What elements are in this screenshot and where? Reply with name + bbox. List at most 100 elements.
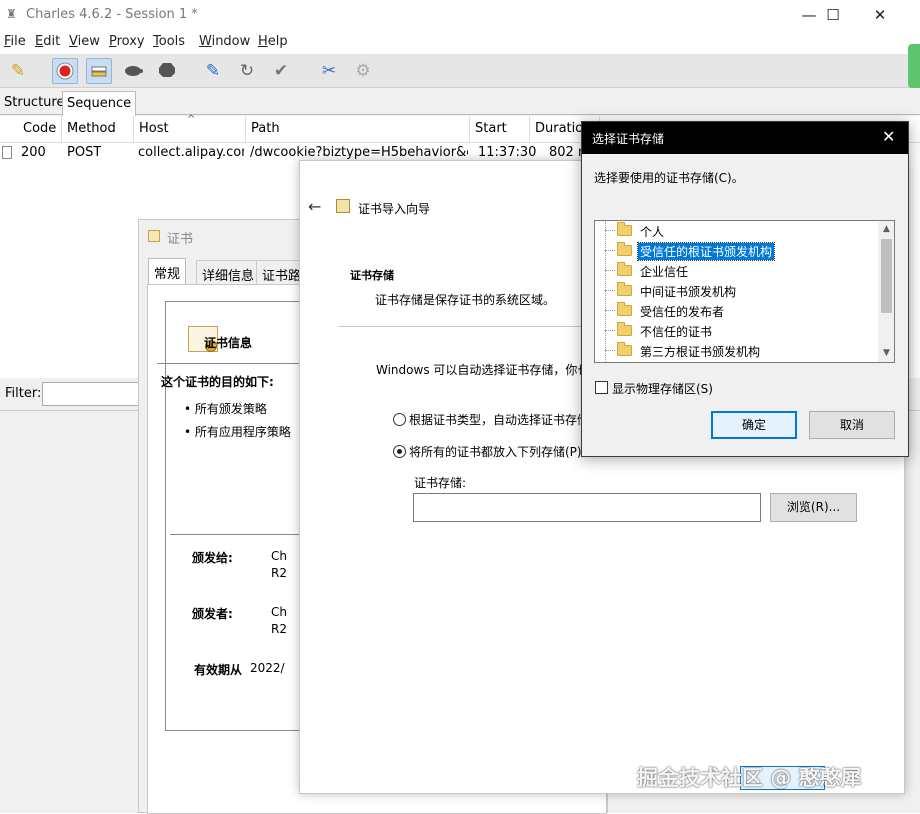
cell-method: POST — [67, 145, 102, 160]
scroll-up-icon[interactable]: ▲ — [878, 221, 894, 238]
store-tree: 个人 受信任的根证书颁发机构 企业信任 中间证书颁发机构 受信任的发布者 不信任… — [594, 220, 895, 363]
watermark: 掘金技术社区 @ 憨憨犀 — [637, 766, 862, 790]
cert-separator — [170, 534, 300, 535]
cell-path: /dwcookie?biztype=H5behavior&ev... — [250, 145, 468, 160]
filter-label: Filter: — [5, 386, 42, 401]
col-code[interactable]: Code — [18, 116, 62, 143]
show-physical-label[interactable]: 显示物理存储区(S) — [612, 380, 713, 397]
cell-code: 200 — [21, 145, 46, 160]
browse-button[interactable]: 浏览(R)... — [770, 493, 857, 522]
cert-separator — [157, 363, 307, 364]
folder-icon — [617, 302, 632, 316]
folder-icon — [617, 282, 632, 296]
store-field-label: 证书存储: — [414, 476, 467, 490]
folder-icon — [617, 222, 632, 236]
menu-edit[interactable]: Edit — [35, 34, 60, 49]
manual-store-radio[interactable] — [393, 445, 406, 458]
menu-tools[interactable]: Tools — [153, 34, 185, 49]
auto-store-label[interactable]: 根据证书类型，自动选择证书存储 — [409, 411, 584, 428]
wizard-intro-text: Windows 可以自动选择证书存储，你也 — [376, 363, 586, 377]
tree-item-third-party-root[interactable]: 第三方根证书颁发机构 — [605, 341, 875, 361]
issued-to-value: Ch — [271, 549, 287, 563]
validity-label: 有效期从 — [194, 663, 243, 677]
store-input[interactable] — [413, 493, 761, 522]
store-dialog-title: 选择证书存储 — [592, 132, 665, 146]
toolbar: ✎ ✎ ↻ ✔ ✂ ⚙ — [0, 54, 920, 88]
cert-purpose-item: • 所有应用程序策略 — [184, 425, 291, 439]
validity-value: 2022/ — [250, 661, 285, 675]
turtle-icon[interactable] — [120, 58, 146, 84]
throttle-icon[interactable] — [86, 58, 112, 84]
filter-input[interactable] — [42, 382, 142, 406]
filter-bar: Filter: — [0, 378, 150, 410]
window-title: Charles 4.6.2 - Session 1 * — [26, 7, 198, 22]
issued-by-value: R2 — [271, 622, 287, 636]
store-dialog-prompt: 选择要使用的证书存储(C)。 — [594, 171, 744, 185]
col-start[interactable]: Start — [470, 116, 530, 143]
wizard-description: 证书存储是保存证书的系统区域。 — [375, 293, 556, 307]
certificate-dialog-title: 证书 — [167, 232, 194, 247]
close-window-button[interactable]: ✕ — [857, 0, 903, 30]
charles-app-icon: ♜ — [6, 7, 17, 21]
side-widget-tab[interactable] — [908, 44, 920, 88]
refresh-icon[interactable]: ↻ — [234, 58, 260, 84]
scroll-down-icon[interactable]: ▼ — [878, 345, 894, 362]
tools-icon[interactable]: ✂ — [316, 58, 342, 84]
tree-item-trusted-root[interactable]: 受信任的根证书颁发机构 — [605, 241, 875, 261]
menu-window[interactable]: Window — [199, 34, 250, 49]
ok-button[interactable]: 确定 — [711, 411, 797, 439]
folder-icon — [617, 242, 632, 256]
issued-to-value: R2 — [271, 566, 287, 580]
menu-help[interactable]: Help — [258, 34, 288, 49]
cert-purpose-heading: 这个证书的目的如下: — [161, 375, 274, 389]
pen-icon[interactable]: ✎ — [200, 58, 226, 84]
title-bar: ♜ Charles 4.6.2 - Session 1 * — ☐ ✕ — [0, 0, 920, 30]
close-icon[interactable]: ✕ — [882, 127, 895, 146]
tree-item-personal[interactable]: 个人 — [605, 221, 875, 241]
tab-cert-path[interactable]: 证书路径 — [256, 260, 300, 284]
scroll-thumb[interactable] — [881, 239, 892, 313]
col-path[interactable]: Path — [246, 116, 470, 143]
wizard-icon — [336, 199, 350, 213]
menu-proxy[interactable]: Proxy — [109, 34, 145, 49]
col-method[interactable]: Method — [62, 116, 134, 143]
tab-details[interactable]: 详细信息 — [196, 260, 261, 284]
manual-store-label[interactable]: 将所有的证书都放入下列存储(P) — [409, 443, 582, 460]
store-dialog-titlebar: 选择证书存储 ✕ — [582, 122, 908, 154]
cell-start: 11:37:30 — [478, 145, 537, 160]
stop-icon[interactable] — [154, 58, 180, 84]
wizard-title: 证书导入向导 — [358, 202, 431, 216]
tree-scrollbar[interactable]: ▲ ▼ — [878, 221, 894, 362]
document-icon — [2, 146, 12, 159]
tab-sequence[interactable]: Sequence — [62, 91, 137, 116]
cell-host: collect.alipay.com — [138, 145, 244, 160]
folder-icon — [617, 342, 632, 356]
cert-purpose-item: • 所有颁发策略 — [184, 402, 267, 416]
tree-item-enterprise-trust[interactable]: 企业信任 — [605, 261, 875, 281]
cancel-button[interactable]: 取消 — [809, 411, 895, 439]
folder-icon — [617, 322, 632, 336]
tree-item-trusted-publishers[interactable]: 受信任的发布者 — [605, 301, 875, 321]
wizard-heading: 证书存储 — [350, 269, 394, 282]
tree-item-intermediate[interactable]: 中间证书颁发机构 — [605, 281, 875, 301]
broom-icon[interactable]: ✎ — [5, 58, 31, 84]
auto-store-radio[interactable] — [393, 413, 406, 426]
sort-ascending-icon: ^ — [187, 114, 196, 125]
maximize-button[interactable]: ☐ — [810, 0, 856, 30]
gear-icon[interactable]: ⚙ — [350, 58, 376, 84]
menu-bar: File Edit View Proxy Tools Window Help — [0, 30, 920, 54]
cert-info-title: 证书信息 — [204, 336, 253, 350]
issued-by-label: 颁发者: — [192, 607, 233, 621]
tree-item-untrusted[interactable]: 不信任的证书 — [605, 321, 875, 341]
show-physical-checkbox[interactable] — [595, 381, 608, 394]
issued-to-label: 颁发给: — [192, 551, 233, 565]
record-icon[interactable] — [52, 58, 78, 84]
tab-general[interactable]: 常规 — [148, 258, 187, 285]
tab-structure[interactable]: Structure — [0, 91, 68, 115]
folder-icon — [617, 262, 632, 276]
view-tabs: Structure Sequence — [0, 91, 920, 116]
menu-file[interactable]: File — [4, 34, 26, 49]
back-arrow-icon[interactable]: ← — [308, 197, 321, 216]
check-icon[interactable]: ✔ — [268, 58, 294, 84]
menu-view[interactable]: View — [69, 34, 100, 49]
